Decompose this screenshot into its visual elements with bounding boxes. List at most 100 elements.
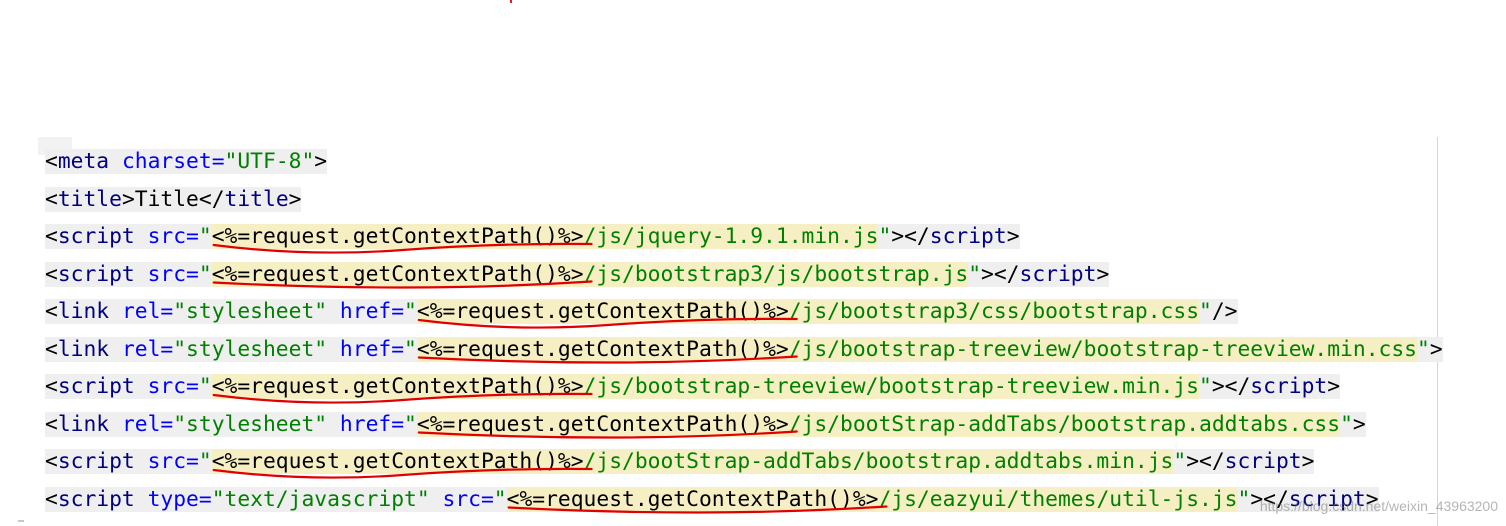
code-token: >: [1327, 374, 1341, 399]
code-line-content: <script type="text/javascript" src="<%=r…: [45, 486, 1379, 512]
code-token: script: [929, 224, 1007, 249]
corner-mark: [18, 520, 24, 526]
jsp-expression: <%=request.getContextPath()%>: [416, 336, 789, 362]
code-token: >: [1429, 336, 1443, 362]
code-editor-screenshot: <meta charset="UTF-8"> <title>Title</titl…: [0, 0, 1506, 526]
code-line[interactable]: <meta charset="UTF-8">: [45, 143, 1443, 181]
jsp-expression: <%=request.getContextPath()%>: [211, 261, 584, 287]
code-token: >: [121, 186, 135, 212]
code-token: script: [57, 224, 135, 249]
code-line[interactable]: <script src="<%=request.getContextPath()…: [45, 443, 1443, 481]
code-token: ": [1417, 336, 1430, 362]
code-token: title: [224, 186, 289, 212]
code-token: ": [404, 336, 417, 362]
code-token: >: [1352, 411, 1366, 437]
code-token: "UTF-8": [224, 149, 315, 174]
code-token: ></: [981, 261, 1020, 287]
code-line[interactable]: <link rel="stylesheet" href="<%=request.…: [45, 331, 1443, 369]
code-token: <: [45, 224, 58, 249]
code-line[interactable]: <link rel="stylesheet" href="<%=request.…: [45, 406, 1443, 444]
code-line-content: <script src="<%=request.getContextPath()…: [45, 224, 1020, 249]
code-token: ></: [891, 224, 930, 249]
code-token: script: [57, 449, 135, 474]
code-token: script: [1019, 261, 1097, 287]
code-token: /js/bootStrap-addTabs/bootstrap.addtabs.…: [788, 411, 1341, 437]
code-token: type=: [134, 486, 212, 512]
code-token: /js/bootstrap-treeview/bootstrap-treevie…: [583, 374, 1199, 399]
code-token: ": [968, 261, 982, 287]
annotation-dot: [510, 0, 512, 3]
code-token: title: [57, 186, 122, 212]
code-line[interactable]: <script src="<%=request.getContextPath()…: [45, 368, 1443, 406]
code-token: href=: [327, 299, 405, 324]
code-token: ": [1237, 486, 1251, 512]
code-token: /js/bootstrap3/js/bootstrap.js: [583, 261, 969, 287]
code-token: link: [57, 336, 110, 362]
code-token: <: [45, 449, 58, 474]
code-token: <: [45, 149, 58, 174]
code-token: ": [198, 224, 212, 249]
code-token: />: [1211, 299, 1238, 324]
code-token: "stylesheet": [173, 411, 328, 437]
code-line[interactable]: <title>Title</title>: [45, 181, 1443, 219]
code-line-content: <title>Title</title>: [45, 186, 302, 212]
code-token: ": [198, 449, 212, 474]
code-token: <: [45, 261, 58, 287]
code-line[interactable]: <script src="<%=request.getContextPath()…: [45, 256, 1443, 294]
code-token: meta: [57, 149, 110, 174]
code-token: rel=: [109, 336, 174, 362]
code-token: src=: [429, 486, 494, 512]
code-token: src=: [134, 261, 199, 287]
code-token: ></: [1186, 449, 1225, 474]
code-token: ": [404, 411, 417, 437]
code-token: ": [1199, 374, 1212, 399]
code-token: <: [45, 299, 58, 324]
code-token: >: [288, 186, 302, 212]
code-token: ": [493, 486, 507, 512]
jsp-expression: <%=request.getContextPath()%>: [211, 374, 584, 399]
code-token: <: [45, 374, 58, 399]
code-token: script: [57, 261, 135, 287]
editor-gutter: [0, 137, 38, 526]
code-token: rel=: [109, 411, 174, 437]
code-token: ": [198, 374, 212, 399]
code-token: rel=: [109, 299, 174, 324]
code-line-content: <link rel="stylesheet" href="<%=request.…: [45, 299, 1238, 324]
code-token: ": [1199, 299, 1212, 324]
code-token: script: [57, 374, 135, 399]
code-token: charset=: [109, 149, 225, 174]
code-token: /js/bootstrap3/css/bootstrap.css: [788, 299, 1200, 324]
code-token: href=: [327, 336, 405, 362]
code-token: ": [198, 261, 212, 287]
code-token: /js/bootstrap-treeview/bootstrap-treevie…: [788, 336, 1417, 362]
code-line-content: <link rel="stylesheet" href="<%=request.…: [45, 336, 1443, 362]
code-token: >: [314, 149, 328, 174]
jsp-expression: <%=request.getContextPath()%>: [211, 224, 584, 249]
code-line-content: <script src="<%=request.getContextPath()…: [45, 374, 1341, 399]
code-editor[interactable]: <meta charset="UTF-8"> <title>Title</titl…: [45, 143, 1443, 518]
code-token: script: [1224, 449, 1302, 474]
code-token: ></: [1211, 374, 1251, 399]
code-token: Title: [134, 186, 199, 212]
code-line[interactable]: <link rel="stylesheet" href="<%=request.…: [45, 293, 1443, 331]
code-line[interactable]: <script type="text/javascript" src="<%=r…: [45, 481, 1443, 519]
code-token: >: [1006, 224, 1020, 249]
code-token: <: [45, 336, 58, 362]
code-token: >: [1096, 261, 1110, 287]
code-line-content: <script src="<%=request.getContextPath()…: [45, 449, 1315, 474]
code-token: script: [57, 486, 135, 512]
code-token: </: [198, 186, 225, 212]
code-token: link: [57, 411, 110, 437]
jsp-expression: <%=request.getContextPath()%>: [416, 299, 789, 324]
code-line[interactable]: <script src="<%=request.getContextPath()…: [45, 218, 1443, 256]
jsp-expression: <%=request.getContextPath()%>: [416, 411, 789, 437]
jsp-expression: <%=request.getContextPath()%>: [506, 486, 879, 512]
code-token: ": [878, 224, 892, 249]
code-token: "text/javascript": [211, 486, 430, 512]
code-token: ": [404, 299, 417, 324]
code-token: <: [45, 486, 58, 512]
code-token: script: [1250, 374, 1328, 399]
code-token: <: [45, 186, 58, 212]
code-token: "stylesheet": [173, 299, 328, 324]
code-token: ": [1340, 411, 1353, 437]
